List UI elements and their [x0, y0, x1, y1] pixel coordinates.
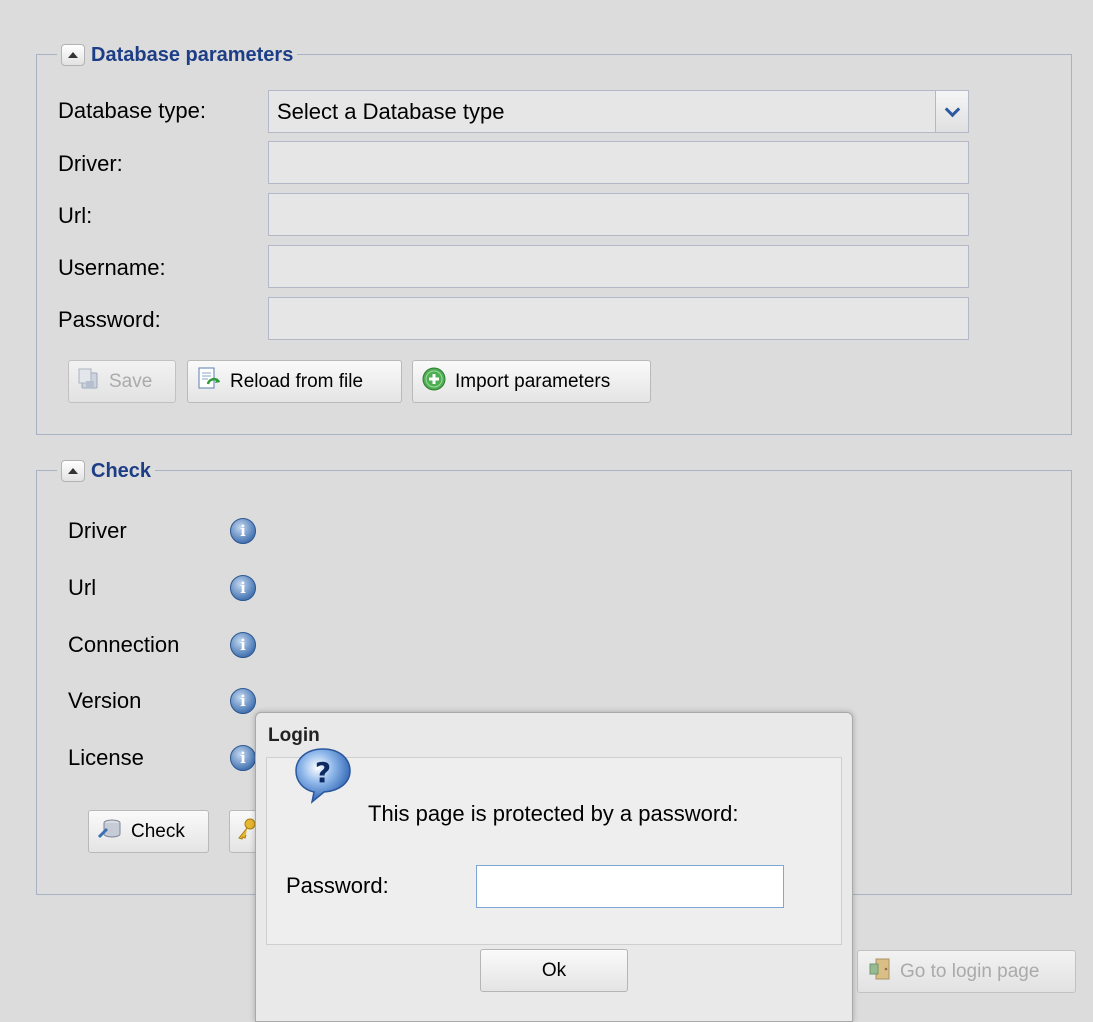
info-icon: i: [230, 632, 256, 658]
database-parameters-title: Database parameters: [91, 43, 294, 66]
database-check-icon: [97, 817, 123, 847]
add-circle-icon: [421, 366, 447, 398]
collapse-arrow-icon: [68, 52, 78, 58]
info-icon: i: [230, 518, 256, 544]
login-password-input[interactable]: [476, 865, 784, 908]
go-to-login-page-label: Go to login page: [900, 960, 1040, 982]
login-dialog-message: This page is protected by a password:: [368, 801, 739, 826]
login-password-label: Password:: [286, 873, 389, 898]
username-label: Username:: [58, 255, 166, 280]
login-dialog-title: Login: [268, 725, 320, 746]
password-input[interactable]: [268, 297, 969, 340]
ok-button[interactable]: Ok: [480, 949, 628, 992]
login-dialog: Login ? This page is protected by a pass…: [255, 712, 853, 1022]
import-parameters-label: Import parameters: [455, 370, 611, 392]
go-to-login-page-button[interactable]: Go to login page: [857, 950, 1076, 993]
reload-file-icon: [196, 366, 222, 398]
info-icon: i: [230, 745, 256, 771]
chevron-down-icon: [944, 101, 960, 117]
svg-text:?: ?: [315, 756, 331, 789]
database-type-dropdown-button[interactable]: [935, 91, 968, 132]
check-legend: Check: [57, 457, 156, 485]
check-item-license: License: [68, 745, 144, 770]
info-icon: i: [230, 575, 256, 601]
reload-from-file-label: Reload from file: [230, 370, 364, 392]
check-button[interactable]: Check: [88, 810, 209, 853]
save-icon: [77, 367, 101, 397]
check-item-connection: Connection: [68, 632, 180, 657]
database-type-label: Database type:: [58, 98, 206, 123]
database-type-select[interactable]: Select a Database type: [268, 90, 969, 133]
check-title: Check: [91, 459, 152, 482]
collapse-database-parameters-button[interactable]: [61, 44, 85, 66]
driver-label: Driver:: [58, 151, 123, 176]
check-item-driver: Driver: [68, 518, 127, 543]
url-label: Url:: [58, 203, 93, 228]
import-parameters-button[interactable]: Import parameters: [412, 360, 651, 403]
check-button-label: Check: [131, 820, 185, 842]
check-item-version: Version: [68, 688, 142, 713]
save-button[interactable]: Save: [68, 360, 176, 403]
check-item-url: Url: [68, 575, 97, 600]
database-parameters-legend: Database parameters: [57, 41, 298, 69]
password-label: Password:: [58, 307, 161, 332]
question-icon: ?: [292, 745, 354, 805]
url-input[interactable]: [268, 193, 969, 236]
reload-from-file-button[interactable]: Reload from file: [187, 360, 402, 403]
collapse-check-button[interactable]: [61, 460, 85, 482]
driver-input[interactable]: [268, 141, 969, 184]
login-door-icon: [866, 956, 892, 988]
save-button-label: Save: [109, 370, 153, 392]
collapse-arrow-icon: [68, 468, 78, 474]
username-input[interactable]: [268, 245, 969, 288]
info-icon: i: [230, 688, 256, 714]
database-type-value: Select a Database type: [277, 98, 505, 124]
